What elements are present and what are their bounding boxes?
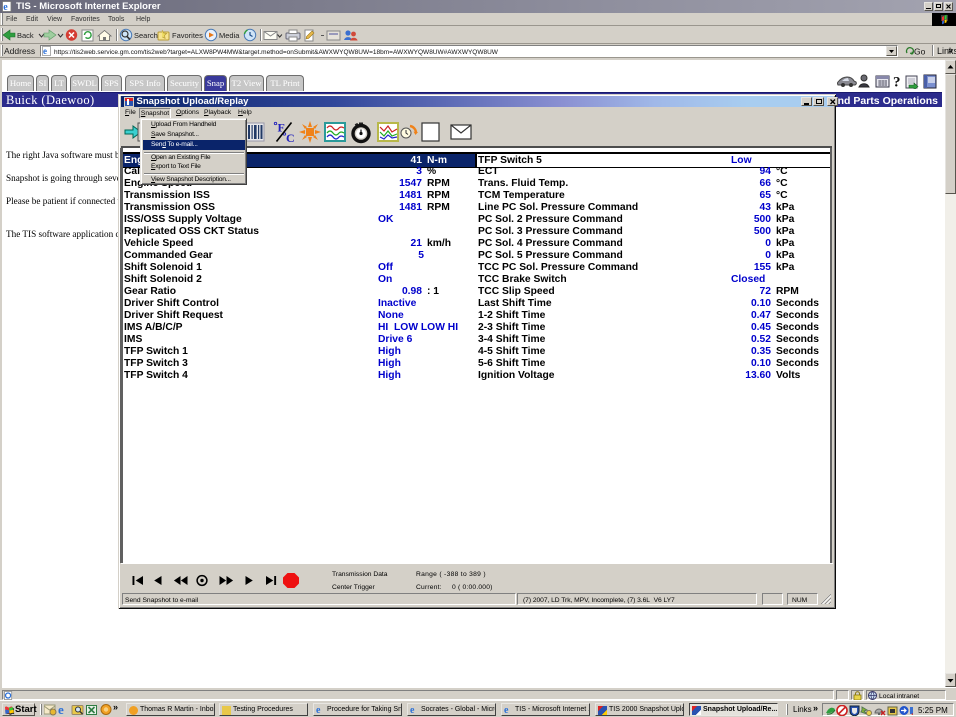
svg-text:e: e [58, 704, 64, 716]
svg-text:?: ? [893, 75, 901, 90]
svg-text:Back: Back [17, 31, 34, 40]
svg-text:Favorites: Favorites [172, 31, 203, 40]
svg-text:C: C [286, 131, 295, 144]
svg-text:e: e [3, 2, 8, 12]
svg-text:e: e [43, 46, 47, 56]
svg-text:Media: Media [219, 31, 240, 40]
svg-text:Go: Go [914, 47, 926, 57]
svg-text:Search: Search [134, 31, 158, 40]
